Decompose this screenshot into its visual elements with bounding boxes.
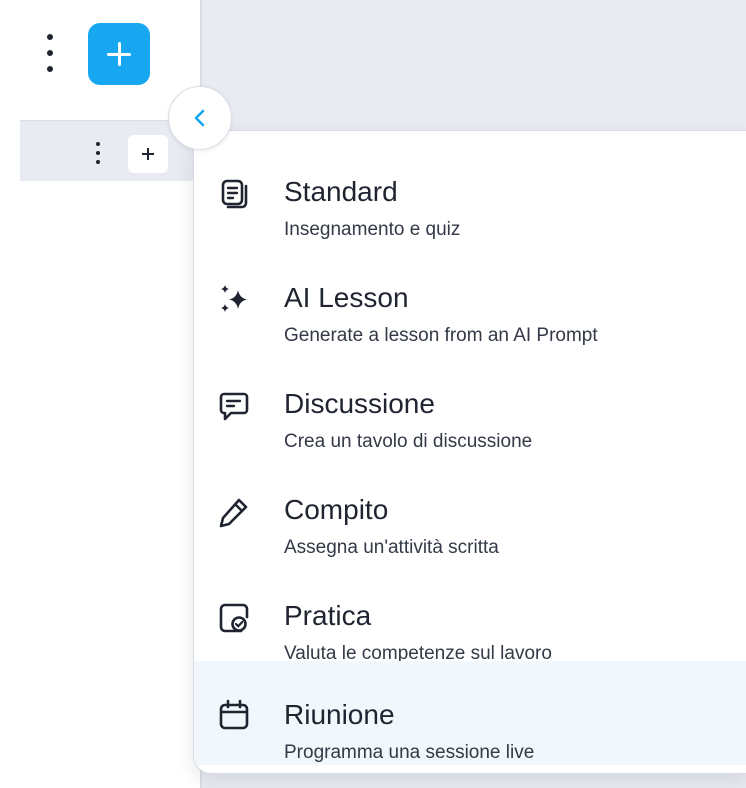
collapse-sidebar-button[interactable] — [168, 86, 232, 150]
menu-item-riunione[interactable]: Riunione Programma una sessione live — [194, 661, 746, 765]
menu-item-title: Pratica — [284, 600, 372, 631]
add-content-menu: Standard Insegnamento e quiz AI Lesson G… — [193, 130, 746, 774]
menu-item-ai-lesson[interactable]: AI Lesson Generate a lesson from an AI P… — [194, 252, 746, 356]
menu-item-title: Compito — [284, 494, 389, 525]
menu-item-pratica[interactable]: Pratica Valuta le competenze sul lavoro — [194, 570, 746, 674]
menu-item-description: Programma una sessione live — [284, 742, 535, 763]
calendar-icon — [219, 699, 249, 730]
add-button[interactable] — [88, 23, 150, 85]
chevron-left-icon — [194, 109, 205, 127]
sparkles-icon — [221, 285, 247, 312]
menu-item-description: Generate a lesson from an AI Prompt — [284, 325, 598, 346]
document-list-icon — [221, 179, 248, 209]
chat-icon — [219, 392, 249, 421]
menu-item-title: Riunione — [284, 699, 395, 730]
more-options-icon[interactable] — [44, 34, 56, 72]
menu-item-description: Crea un tavolo di discussione — [284, 431, 533, 452]
menu-item-title: AI Lesson — [284, 282, 409, 313]
menu-item-discussione[interactable]: Discussione Crea un tavolo di discussion… — [194, 358, 746, 462]
menu-item-standard[interactable]: Standard Insegnamento e quiz — [194, 146, 746, 250]
pencil-icon — [219, 498, 248, 528]
section-more-options-icon[interactable] — [94, 142, 102, 164]
menu-item-title: Discussione — [284, 388, 435, 419]
menu-item-compito[interactable]: Compito Assegna un'attività scritta — [194, 464, 746, 568]
section-add-button[interactable] — [128, 135, 168, 173]
menu-item-title: Standard — [284, 176, 398, 207]
practice-check-icon — [219, 603, 249, 633]
menu-item-description: Assegna un'attività scritta — [284, 537, 499, 558]
menu-item-description: Insegnamento e quiz — [284, 219, 461, 240]
